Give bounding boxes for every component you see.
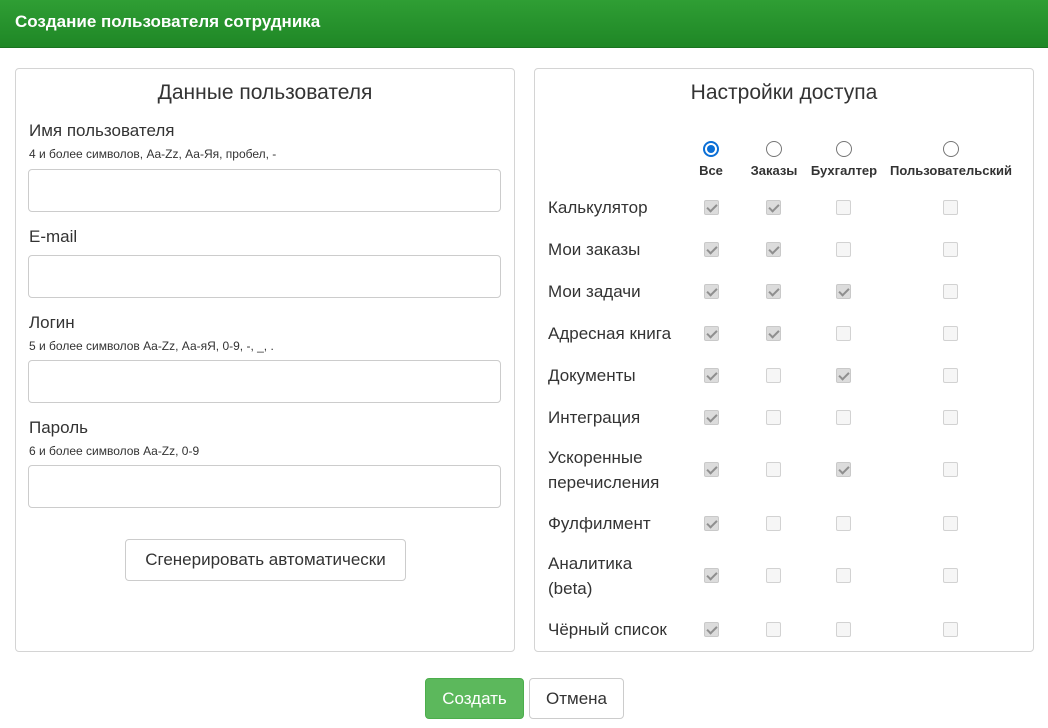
permission-checkbox[interactable] <box>704 326 719 341</box>
permission-label: Фулфилмент <box>548 514 651 533</box>
permission-checkbox[interactable] <box>704 200 719 215</box>
permission-checkbox[interactable] <box>766 516 781 531</box>
permission-checkbox[interactable] <box>943 242 958 257</box>
username-label: Имя пользователя <box>29 121 175 140</box>
permission-checkbox[interactable] <box>836 462 851 477</box>
permission-checkbox[interactable] <box>943 410 958 425</box>
permission-checkbox[interactable] <box>766 368 781 383</box>
access-settings-title: Настройки доступа <box>690 81 878 104</box>
permission-checkbox[interactable] <box>943 622 958 637</box>
permission-checkbox[interactable] <box>766 462 781 477</box>
permission-checkbox[interactable] <box>836 516 851 531</box>
permission-checkbox[interactable] <box>836 410 851 425</box>
role-option-orders[interactable]: Заказы <box>744 141 804 178</box>
cancel-button[interactable]: Отмена <box>529 678 624 719</box>
password-input[interactable] <box>28 465 501 508</box>
email-input[interactable] <box>28 255 501 298</box>
generate-button[interactable]: Сгенерировать автоматически <box>125 539 406 581</box>
permission-checkbox[interactable] <box>943 368 958 383</box>
permission-checkbox[interactable] <box>704 410 719 425</box>
role-radio[interactable] <box>943 141 959 157</box>
permission-label: Аналитика (beta) <box>548 554 633 598</box>
permission-checkbox[interactable] <box>943 326 958 341</box>
permission-checkbox[interactable] <box>836 568 851 583</box>
user-data-title: Данные пользователя <box>157 81 373 104</box>
role-radio[interactable] <box>766 141 782 157</box>
user-data-panel: Данные пользователя Имя пользователя 4 и… <box>15 68 515 652</box>
role-option-custom[interactable]: Пользовательский <box>886 141 1016 178</box>
permission-checkbox[interactable] <box>704 622 719 637</box>
permission-checkbox[interactable] <box>943 462 958 477</box>
email-label: E-mail <box>29 227 78 246</box>
permission-label: Документы <box>548 366 636 385</box>
access-settings-panel: Настройки доступа Все Заказы Бухгалтер П… <box>534 68 1034 652</box>
permission-label: Калькулятор <box>548 198 648 217</box>
permission-checkbox[interactable] <box>836 368 851 383</box>
login-hint: 5 и более символов Aa-Zz, Аа-яЯ, 0-9, -,… <box>29 339 274 353</box>
permission-checkbox[interactable] <box>766 284 781 299</box>
role-label: Заказы <box>750 163 798 178</box>
permission-label: Ускоренные перечисления <box>548 448 660 492</box>
permission-checkbox[interactable] <box>766 242 781 257</box>
password-hint: 6 и более символов Aa-Zz, 0-9 <box>29 444 200 458</box>
permission-checkbox[interactable] <box>704 368 719 383</box>
header-bar: Создание пользователя сотрудника <box>0 0 1048 48</box>
permission-checkbox[interactable] <box>836 242 851 257</box>
permission-checkbox[interactable] <box>836 200 851 215</box>
role-option-all[interactable]: Все <box>681 141 741 178</box>
permission-checkbox[interactable] <box>836 326 851 341</box>
permission-checkbox[interactable] <box>836 284 851 299</box>
permission-checkbox[interactable] <box>943 200 958 215</box>
permission-checkbox[interactable] <box>704 462 719 477</box>
permission-checkbox[interactable] <box>704 284 719 299</box>
login-label: Логин <box>29 313 75 332</box>
permission-checkbox[interactable] <box>766 568 781 583</box>
permission-checkbox[interactable] <box>704 516 719 531</box>
password-label: Пароль <box>29 418 88 437</box>
role-radio[interactable] <box>703 141 719 157</box>
role-radio[interactable] <box>836 141 852 157</box>
permission-checkbox[interactable] <box>766 622 781 637</box>
permission-checkbox[interactable] <box>943 568 958 583</box>
role-option-accountant[interactable]: Бухгалтер <box>804 141 884 178</box>
login-input[interactable] <box>28 360 501 403</box>
permission-checkbox[interactable] <box>836 622 851 637</box>
role-label: Пользовательский <box>890 163 1012 178</box>
username-hint: 4 и более символов, Aa-Zz, Аа-Яя, пробел… <box>29 147 277 161</box>
permission-label: Интеграция <box>548 408 641 427</box>
permission-label: Мои заказы <box>548 240 641 259</box>
permission-checkbox[interactable] <box>766 326 781 341</box>
permission-checkbox[interactable] <box>766 410 781 425</box>
page-title: Создание пользователя сотрудника <box>15 12 321 31</box>
role-label: Бухгалтер <box>810 163 878 178</box>
permission-checkbox[interactable] <box>943 516 958 531</box>
permission-label: Мои задачи <box>548 282 641 301</box>
permission-checkbox[interactable] <box>704 242 719 257</box>
role-label: Все <box>699 163 723 178</box>
create-button[interactable]: Создать <box>425 678 524 719</box>
username-input[interactable] <box>28 169 501 212</box>
permission-checkbox[interactable] <box>766 200 781 215</box>
permission-checkbox[interactable] <box>943 284 958 299</box>
permission-label: Адресная книга <box>548 324 672 343</box>
permission-checkbox[interactable] <box>704 568 719 583</box>
permission-label: Чёрный список <box>548 620 667 639</box>
